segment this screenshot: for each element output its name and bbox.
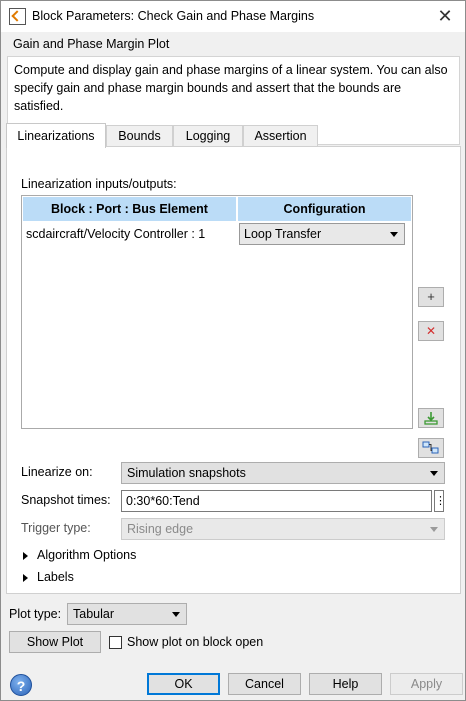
highlight-in-model-icon	[422, 441, 439, 454]
linearization-io-label: Linearization inputs/outputs:	[21, 177, 177, 191]
configuration-dropdown[interactable]: Loop Transfer	[239, 223, 405, 245]
dialog-body: Gain and Phase Margin Plot Compute and d…	[1, 32, 465, 700]
linearize-on-label: Linearize on:	[21, 465, 93, 479]
trigger-type-label: Trigger type:	[21, 521, 91, 535]
linearize-on-dropdown[interactable]: Simulation snapshots	[121, 462, 445, 484]
tab-bounds[interactable]: Bounds	[106, 125, 173, 147]
add-row-button[interactable]: +	[418, 287, 444, 307]
snapshot-times-label: Snapshot times:	[21, 493, 111, 507]
plot-type-value: Tabular	[73, 607, 114, 621]
kebab-menu-icon: ⋮	[435, 495, 446, 507]
help-button[interactable]: Help	[309, 673, 382, 695]
chevron-down-icon	[390, 232, 398, 237]
apply-button[interactable]: Apply	[390, 673, 463, 695]
tab-logging[interactable]: Logging	[173, 125, 243, 147]
cancel-button[interactable]: Cancel	[228, 673, 301, 695]
column-header-configuration[interactable]: Configuration	[238, 197, 412, 221]
block-parameters-dialog: Block Parameters: Check Gain and Phase M…	[0, 0, 466, 701]
help-icon[interactable]: ?	[10, 674, 32, 696]
plot-type-label: Plot type:	[9, 607, 62, 621]
plus-icon: +	[427, 289, 435, 304]
import-signals-button[interactable]	[418, 408, 444, 428]
window-title: Block Parameters: Check Gain and Phase M…	[32, 9, 315, 23]
description-group-title: Gain and Phase Margin Plot	[13, 37, 170, 51]
linearization-io-table: Block : Port : Bus Element Configuration…	[21, 195, 413, 429]
chevron-down-icon	[172, 612, 180, 617]
plot-type-dropdown[interactable]: Tabular	[67, 603, 187, 625]
expand-arrow-icon[interactable]	[23, 574, 28, 582]
configuration-value: Loop Transfer	[244, 227, 322, 241]
tab-linearizations[interactable]: Linearizations	[6, 123, 106, 148]
linearize-on-value: Simulation snapshots	[127, 466, 246, 480]
remove-icon: ✕	[425, 324, 437, 338]
trigger-type-value: Rising edge	[127, 522, 194, 536]
show-plot-on-open-checkbox[interactable]	[109, 636, 122, 649]
close-icon[interactable]: ✕	[431, 5, 459, 27]
import-signals-icon	[424, 412, 438, 425]
snapshot-times-input[interactable]: 0:30*60:Tend	[121, 490, 432, 512]
show-plot-on-open-label: Show plot on block open	[127, 635, 264, 649]
tab-assertion[interactable]: Assertion	[243, 125, 318, 147]
expand-arrow-icon[interactable]	[23, 552, 28, 560]
column-header-block[interactable]: Block : Port : Bus Element	[23, 197, 237, 221]
highlight-in-model-button[interactable]	[418, 438, 444, 458]
simulink-block-icon	[9, 8, 26, 25]
remove-row-button[interactable]: ✕	[418, 321, 444, 341]
labels-toggle[interactable]: Labels	[37, 570, 74, 584]
ok-button[interactable]: OK	[147, 673, 220, 695]
table-cell-block[interactable]: scdaircraft/Velocity Controller : 1	[26, 223, 238, 246]
snapshot-times-menu-button[interactable]: ⋮	[434, 490, 446, 512]
chevron-down-icon	[430, 471, 438, 476]
linearizations-panel: Linearization inputs/outputs: Block : Po…	[6, 146, 461, 594]
algorithm-options-toggle[interactable]: Algorithm Options	[37, 548, 136, 562]
chevron-down-icon	[430, 527, 438, 532]
trigger-type-dropdown[interactable]: Rising edge	[121, 518, 445, 540]
show-plot-button[interactable]: Show Plot	[9, 631, 101, 653]
title-bar: Block Parameters: Check Gain and Phase M…	[1, 1, 465, 32]
